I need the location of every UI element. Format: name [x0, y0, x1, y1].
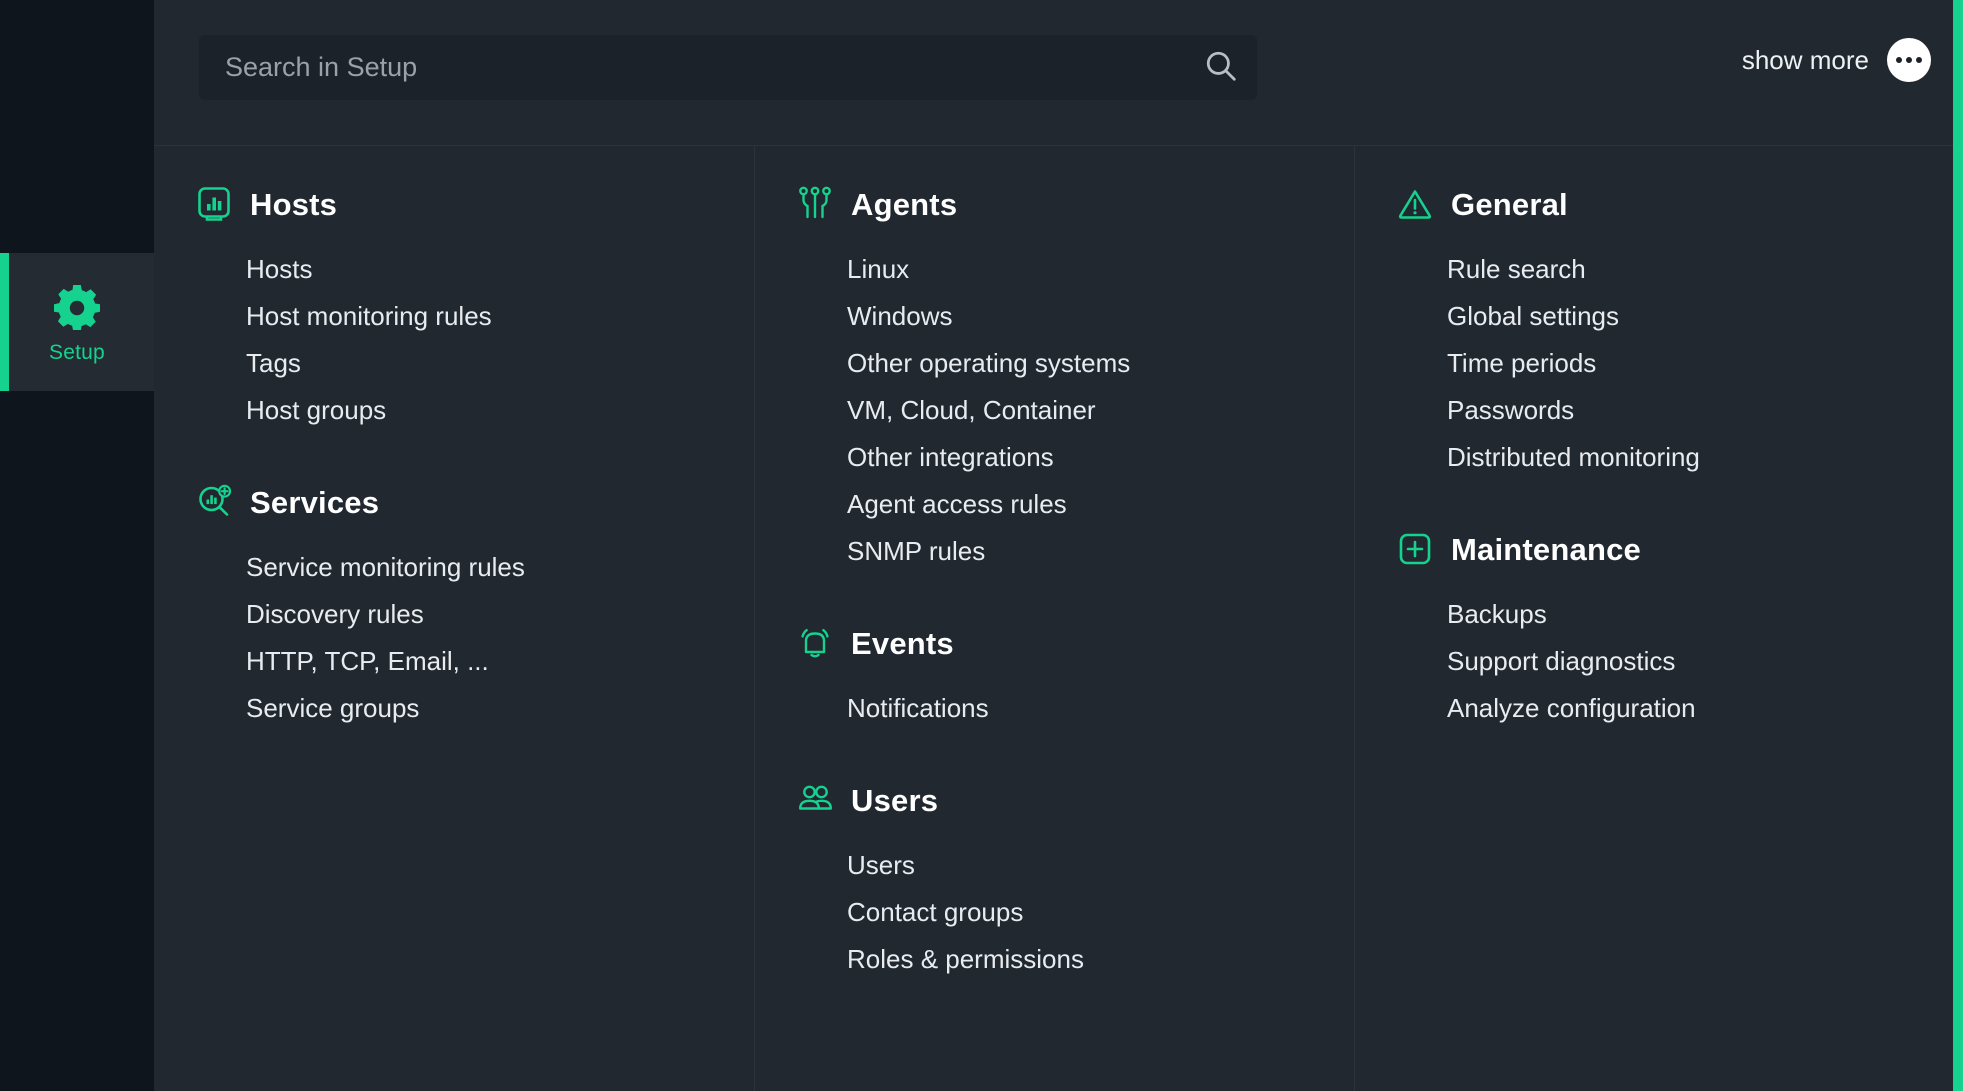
group-maintenance-links: Backups Support diagnostics Analyze conf… [1355, 591, 1963, 732]
group-hosts: Hosts Hosts Host monitoring rules Tags H… [154, 182, 754, 434]
dot [1916, 57, 1922, 63]
group-hosts-links: Hosts Host monitoring rules Tags Host gr… [154, 246, 754, 434]
link-host-monitoring-rules[interactable]: Host monitoring rules [154, 293, 754, 340]
link-time-periods[interactable]: Time periods [1355, 340, 1963, 387]
group-events-header: Events [755, 621, 1354, 665]
group-general: General Rule search Global settings Time… [1355, 182, 1963, 481]
users-icon [797, 782, 833, 818]
group-services-header: Services [154, 480, 754, 524]
link-passwords[interactable]: Passwords [1355, 387, 1963, 434]
group-agents-header: Agents [755, 182, 1354, 226]
gear-icon [53, 282, 101, 331]
dot [1906, 57, 1912, 63]
sidebar-item-setup[interactable]: Setup [0, 253, 154, 391]
group-users-links: Users Contact groups Roles & permissions [755, 842, 1354, 983]
main-sidebar: Setup [0, 0, 154, 1091]
link-service-monitoring-rules[interactable]: Service monitoring rules [154, 544, 754, 591]
group-general-header: General [1355, 182, 1963, 226]
search-icon [1204, 49, 1238, 86]
link-rule-search[interactable]: Rule search [1355, 246, 1963, 293]
dot [1896, 57, 1902, 63]
link-notifications[interactable]: Notifications [755, 685, 1354, 732]
ellipsis-icon[interactable] [1887, 38, 1931, 82]
link-contact-groups[interactable]: Contact groups [755, 889, 1354, 936]
link-http-tcp-email[interactable]: HTTP, TCP, Email, ... [154, 638, 754, 685]
link-roles-permissions[interactable]: Roles & permissions [755, 936, 1354, 983]
link-discovery-rules[interactable]: Discovery rules [154, 591, 754, 638]
setup-column-3: General Rule search Global settings Time… [1354, 146, 1963, 1091]
group-events-links: Notifications [755, 685, 1354, 732]
page-scrollbar[interactable] [1953, 0, 1963, 1091]
link-linux[interactable]: Linux [755, 246, 1354, 293]
link-vm-cloud-container[interactable]: VM, Cloud, Container [755, 387, 1354, 434]
link-hosts[interactable]: Hosts [154, 246, 754, 293]
setup-main-pane: show more [154, 0, 1963, 1091]
link-users[interactable]: Users [755, 842, 1354, 889]
group-title: Agents [851, 186, 958, 222]
link-support-diagnostics[interactable]: Support diagnostics [1355, 638, 1963, 685]
group-agents: Agents Linux Windows Other operating sys… [755, 182, 1354, 575]
show-more-label: show more [1741, 45, 1869, 75]
search-box[interactable] [199, 35, 1257, 100]
search-input[interactable] [199, 35, 1193, 100]
group-maintenance: Maintenance Backups Support diagnostics … [1355, 527, 1963, 732]
link-snmp-rules[interactable]: SNMP rules [755, 528, 1354, 575]
group-general-links: Rule search Global settings Time periods… [1355, 246, 1963, 481]
group-maintenance-header: Maintenance [1355, 527, 1963, 571]
link-global-settings[interactable]: Global settings [1355, 293, 1963, 340]
group-events: Events Notifications [755, 621, 1354, 732]
group-title: Services [250, 484, 380, 520]
setup-page: Setup show more [0, 0, 1963, 1091]
show-more-control[interactable]: show more [1742, 38, 1931, 82]
bell-icon [797, 625, 833, 661]
link-agent-access-rules[interactable]: Agent access rules [755, 481, 1354, 528]
group-title: Events [851, 625, 954, 661]
group-title: General [1451, 186, 1568, 222]
link-analyze-configuration[interactable]: Analyze configuration [1355, 685, 1963, 732]
warning-triangle-icon [1397, 186, 1433, 222]
group-services-links: Service monitoring rules Discovery rules… [154, 544, 754, 732]
link-other-integrations[interactable]: Other integrations [755, 434, 1354, 481]
group-title: Hosts [250, 186, 338, 222]
link-backups[interactable]: Backups [1355, 591, 1963, 638]
link-host-groups[interactable]: Host groups [154, 387, 754, 434]
group-hosts-header: Hosts [154, 182, 754, 226]
host-chart-icon [196, 186, 232, 222]
group-title: Maintenance [1451, 531, 1641, 567]
sidebar-active-indicator [0, 253, 9, 391]
search-submit-button[interactable] [1193, 35, 1257, 100]
link-service-groups[interactable]: Service groups [154, 685, 754, 732]
group-users: Users Users Contact groups Roles & permi… [755, 778, 1354, 983]
setup-columns: Hosts Hosts Host monitoring rules Tags H… [154, 146, 1963, 1091]
sidebar-item-label: Setup [49, 340, 105, 364]
group-title: Users [851, 782, 939, 818]
group-agents-links: Linux Windows Other operating systems VM… [755, 246, 1354, 575]
agents-circuit-icon [797, 186, 833, 222]
link-distributed-monitoring[interactable]: Distributed monitoring [1355, 434, 1963, 481]
group-services: Services Service monitoring rules Discov… [154, 480, 754, 732]
plus-square-icon [1397, 531, 1433, 567]
setup-header: show more [154, 0, 1963, 146]
service-discovery-icon [196, 484, 232, 520]
setup-column-2: Agents Linux Windows Other operating sys… [754, 146, 1354, 1091]
link-other-operating-systems[interactable]: Other operating systems [755, 340, 1354, 387]
link-tags[interactable]: Tags [154, 340, 754, 387]
setup-column-1: Hosts Hosts Host monitoring rules Tags H… [154, 146, 754, 1091]
group-users-header: Users [755, 778, 1354, 822]
link-windows[interactable]: Windows [755, 293, 1354, 340]
